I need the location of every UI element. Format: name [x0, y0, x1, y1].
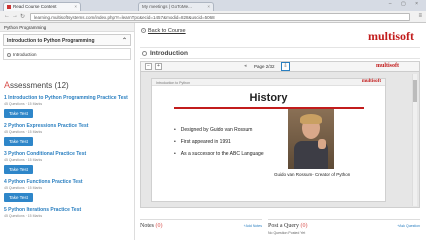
viewer-logo: multisoft — [376, 63, 399, 69]
no-question-text: No Question Posted Yet — [268, 231, 306, 235]
topic-label: Introduction — [13, 52, 37, 57]
assessment-item: 5 Python Iterations Practice Test 45 Que… — [4, 207, 129, 218]
zoom-in-button[interactable]: + — [155, 63, 162, 70]
photo-caption: Guido van Rossum- Creator of Python — [274, 172, 351, 177]
slide-divider — [173, 107, 364, 109]
course-module-select[interactable]: Introduction to Python Programming ⌃ — [3, 34, 131, 46]
window-controls[interactable]: – ▢ × — [389, 1, 422, 7]
take-test-button[interactable]: Take Test — [4, 165, 33, 174]
take-test-button[interactable]: Take Test — [4, 193, 33, 202]
assessment-item: 1 Introduction to Python Programming Pra… — [4, 95, 129, 118]
page-indicator: Page 2/32 — [254, 64, 275, 69]
slide-heading: History — [249, 92, 288, 104]
topic-introduction[interactable]: Introduction — [3, 48, 131, 60]
chevron-up-icon: ⌃ — [121, 38, 127, 44]
assessment-title[interactable]: 1 Introduction to Python Programming Pra… — [4, 95, 129, 101]
assessments-heading: Assessments (12) — [4, 80, 69, 90]
page-prev-icon[interactable]: ◂ — [244, 63, 247, 69]
forward-arrow-icon[interactable]: → — [12, 13, 18, 19]
zoom-out-button[interactable]: − — [145, 63, 152, 70]
assessment-meta: 45 Questions · 15 Marks — [4, 214, 43, 218]
slide-topbar-label: Introduction to Python — [156, 80, 191, 85]
tab-read-course-content[interactable]: Read Course Content × — [3, 2, 81, 11]
topic-status-icon — [7, 52, 11, 57]
take-test-button[interactable]: Take Test — [4, 137, 33, 146]
multisoft-logo: multisoft — [368, 29, 414, 43]
slide-page: Introduction to Python multisoft History… — [151, 78, 386, 202]
take-test-button[interactable]: Take Test — [4, 109, 33, 118]
tab-close-icon[interactable]: × — [74, 4, 77, 9]
download-button[interactable]: ⇩ — [281, 62, 290, 71]
scrollbar-thumb[interactable] — [413, 80, 417, 102]
viewer-toolbar: − + ◂ Page 2/32 ⇩ multisoft — [141, 62, 419, 72]
url-input[interactable]: learning.multisoftsystems.com/index.php?… — [30, 13, 410, 21]
slide-logo: multisoft — [361, 79, 381, 84]
tab-my-meetings[interactable]: My meetings | GoToMe... × — [138, 2, 214, 11]
slide-bullet: Designed by Guido van Rossum — [174, 127, 264, 133]
collapse-icon — [142, 50, 147, 56]
section-title: Introduction — [150, 50, 188, 57]
add-notes-link[interactable]: +Add Notes — [244, 224, 262, 228]
assessment-meta: 45 Questions · 15 Marks — [4, 186, 43, 190]
download-icon: ⇩ — [283, 63, 288, 69]
back-arrow-icon[interactable]: ← — [4, 13, 10, 19]
document-viewer: − + ◂ Page 2/32 ⇩ multisoft Introduction… — [140, 61, 420, 208]
slide-bullets: Designed by Guido van Rossum First appea… — [174, 127, 264, 163]
assessment-item: 2 Python Expressions Practice Test 45 Qu… — [4, 123, 129, 146]
assessment-item: 3 Python Conditional Practice Test 45 Qu… — [4, 151, 129, 174]
guido-photo — [288, 109, 334, 169]
assessment-title[interactable]: 4 Python Functions Practice Test — [4, 179, 129, 185]
slide-topbar: Introduction to Python multisoft — [152, 79, 385, 86]
back-arrow-icon: ‹ — [141, 28, 146, 34]
viewer-scrollbar[interactable] — [412, 74, 417, 206]
browser-tab-bar: Read Course Content × My meetings | GoTo… — [0, 0, 426, 11]
query-panel: Post a Query (0) +Ask Question No Questi… — [268, 219, 420, 240]
notes-panel: Notes (0) +Add Notes — [140, 219, 262, 240]
browser-menu-icon[interactable]: ≡ — [418, 13, 422, 19]
reload-icon[interactable]: ↻ — [20, 13, 25, 20]
section-header[interactable]: Introduction — [140, 47, 420, 59]
address-bar-row: ← → ↻ learning.multisoftsystems.com/inde… — [0, 11, 426, 23]
slide-bullet: First appeared in 1991 — [174, 139, 264, 145]
tab-label: Read Course Content — [13, 4, 57, 9]
assessment-meta: 45 Questions · 15 Marks — [4, 158, 43, 162]
ask-question-link[interactable]: +Ask Question — [397, 224, 420, 228]
course-sidebar: Python Programming Introduction to Pytho… — [0, 23, 135, 240]
course-module-label: Introduction to Python Programming — [7, 38, 95, 44]
course-header: Python Programming — [0, 23, 134, 32]
tab-label: My meetings | GoToMe... — [142, 4, 192, 9]
tab-close-icon[interactable]: × — [207, 4, 210, 9]
slide-bullet: As a successor to the ABC Language — [174, 151, 264, 157]
assessment-item: 4 Python Functions Practice Test 45 Ques… — [4, 179, 129, 202]
back-to-course-link[interactable]: ‹ Back to Course — [141, 28, 186, 34]
back-link-label: Back to Course — [148, 28, 186, 34]
assessment-meta: 45 Questions · 15 Marks — [4, 130, 43, 134]
assessment-meta: 45 Questions · 15 Marks — [4, 102, 43, 106]
site-favicon-icon — [7, 4, 11, 9]
main-content: ‹ Back to Course multisoft Introduction −… — [136, 23, 426, 240]
assessment-title[interactable]: 2 Python Expressions Practice Test — [4, 123, 129, 129]
assessment-title[interactable]: 5 Python Iterations Practice Test — [4, 207, 129, 213]
assessment-title[interactable]: 3 Python Conditional Practice Test — [4, 151, 129, 157]
